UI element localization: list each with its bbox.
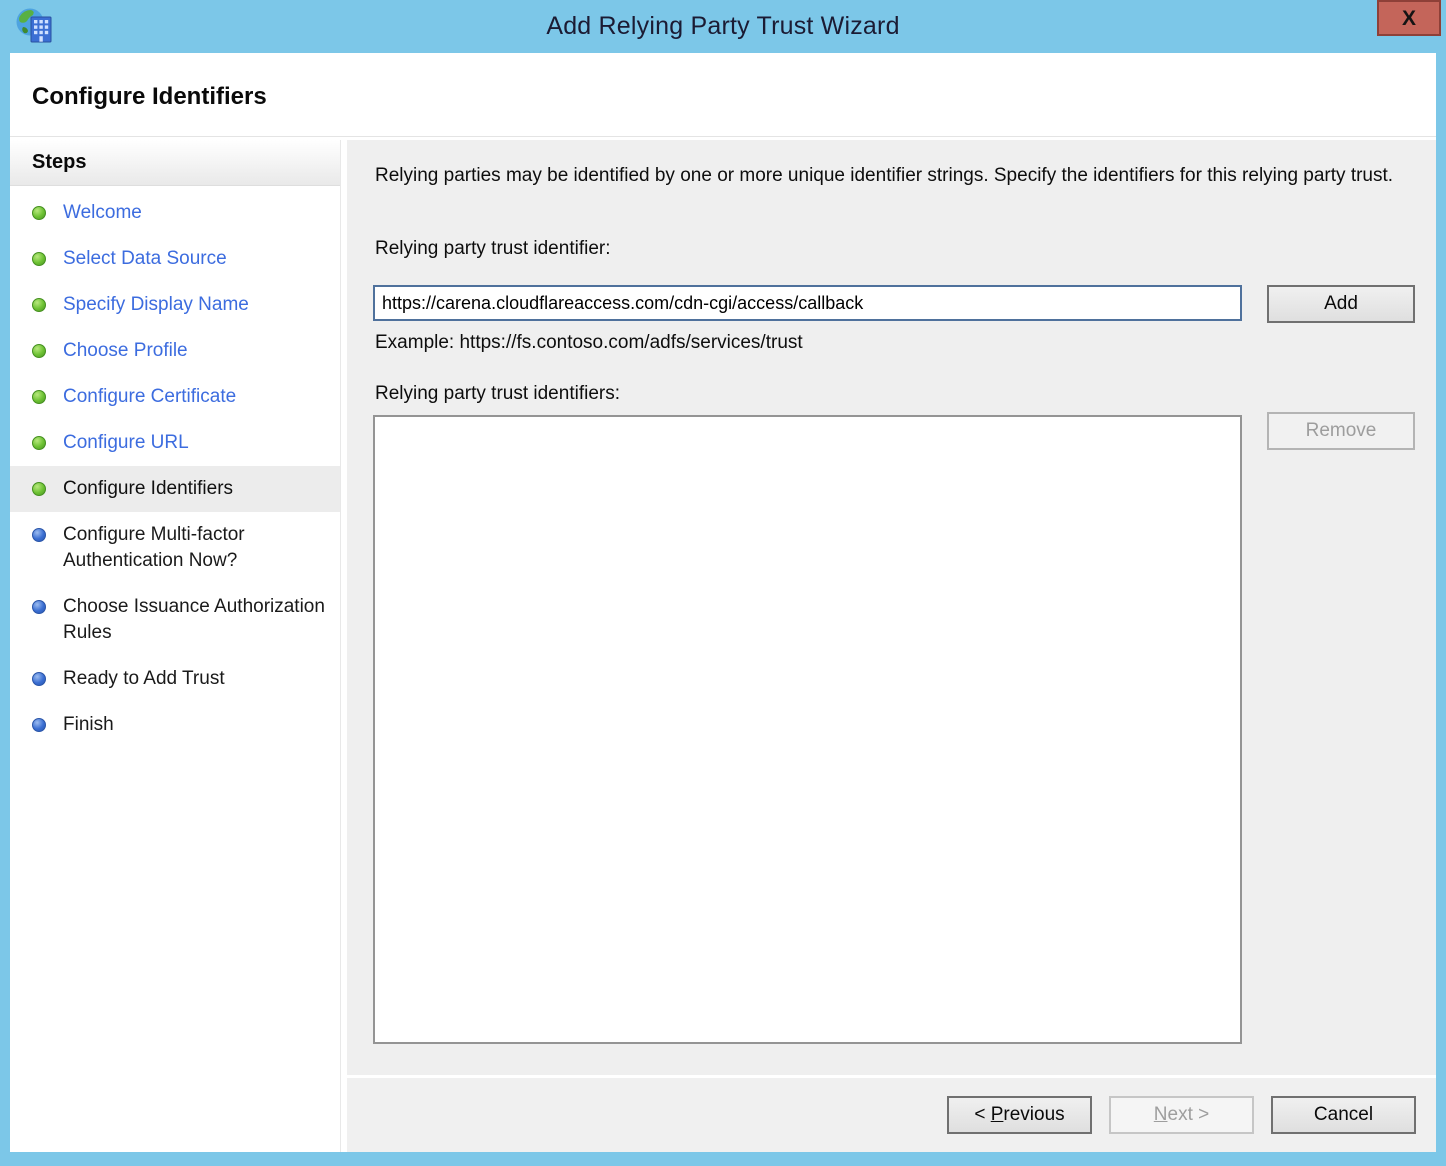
previous-button[interactable]: < Previous <box>947 1096 1092 1134</box>
identifier-label: Relying party trust identifier: <box>375 238 611 259</box>
add-button[interactable]: Add <box>1267 285 1415 323</box>
step-label: Welcome <box>63 202 142 223</box>
title-bar: Add Relying Party Trust Wizard X <box>0 0 1446 53</box>
identifier-input[interactable] <box>373 285 1242 321</box>
sidebar-step-select-data-source[interactable]: Select Data Source <box>10 236 340 282</box>
intro-text: Relying parties may be identified by one… <box>375 165 1394 186</box>
steps-sidebar: Steps Welcome Select Data Source Specify D… <box>10 140 341 1152</box>
page-title: Configure Identifiers <box>32 83 267 110</box>
sidebar-step-choose-profile[interactable]: Choose Profile <box>10 328 340 374</box>
sidebar-step-configure-url[interactable]: Configure URL <box>10 420 340 466</box>
step-status-icon <box>32 528 46 542</box>
step-status-icon <box>32 390 46 404</box>
sidebar-step-configure-certificate[interactable]: Configure Certificate <box>10 374 340 420</box>
sidebar-step-ready-to-add-trust: Ready to Add Trust <box>10 656 340 702</box>
step-status-icon <box>32 672 46 686</box>
step-status-icon <box>32 600 46 614</box>
step-status-icon <box>32 718 46 732</box>
step-status-icon <box>32 482 46 496</box>
step-status-icon <box>32 206 46 220</box>
step-label: Configure Certificate <box>63 386 237 407</box>
steps-list: Welcome Select Data Source Specify Display… <box>10 186 340 748</box>
step-label: Finish <box>63 714 114 735</box>
step-status-icon <box>32 252 46 266</box>
sidebar-step-configure-identifiers: Configure Identifiers <box>10 466 340 512</box>
remove-button: Remove <box>1267 412 1415 450</box>
sidebar-step-specify-display-name[interactable]: Specify Display Name <box>10 282 340 328</box>
step-label: Configure Multi-factor Authentication No… <box>63 524 245 571</box>
cancel-button[interactable]: Cancel <box>1271 1096 1416 1134</box>
step-label: Select Data Source <box>63 248 227 269</box>
window-title: Add Relying Party Trust Wizard <box>546 12 900 40</box>
step-label: Configure Identifiers <box>63 478 234 499</box>
close-button[interactable]: X <box>1377 0 1441 36</box>
step-status-icon <box>32 298 46 312</box>
step-label: Specify Display Name <box>63 294 249 315</box>
identifiers-listbox[interactable] <box>373 415 1242 1044</box>
page-header: Configure Identifiers <box>10 53 1436 137</box>
step-label: Choose Issuance Authorization Rules <box>63 596 325 643</box>
identifiers-list-label: Relying party trust identifiers: <box>375 383 620 404</box>
next-button: Next > <box>1109 1096 1254 1134</box>
step-status-icon <box>32 436 46 450</box>
step-status-icon <box>32 344 46 358</box>
step-label: Configure URL <box>63 432 189 453</box>
sidebar-step-configure-multi-factor-authentication-now: Configure Multi-factor Authentication No… <box>10 512 340 584</box>
footer-bar: < Previous Next > Cancel <box>347 1078 1436 1152</box>
sidebar-step-choose-issuance-authorization-rules: Choose Issuance Authorization Rules <box>10 584 340 656</box>
sidebar-step-finish: Finish <box>10 702 340 748</box>
example-text: Example: https://fs.contoso.com/adfs/ser… <box>375 332 803 353</box>
step-label: Choose Profile <box>63 340 188 361</box>
content-pane: Relying parties may be identified by one… <box>347 140 1436 1075</box>
steps-header: Steps <box>10 140 340 186</box>
step-label: Ready to Add Trust <box>63 668 225 689</box>
wizard-body: Configure Identifiers Steps Welcome Selec… <box>10 53 1436 1152</box>
sidebar-step-welcome[interactable]: Welcome <box>10 190 340 236</box>
